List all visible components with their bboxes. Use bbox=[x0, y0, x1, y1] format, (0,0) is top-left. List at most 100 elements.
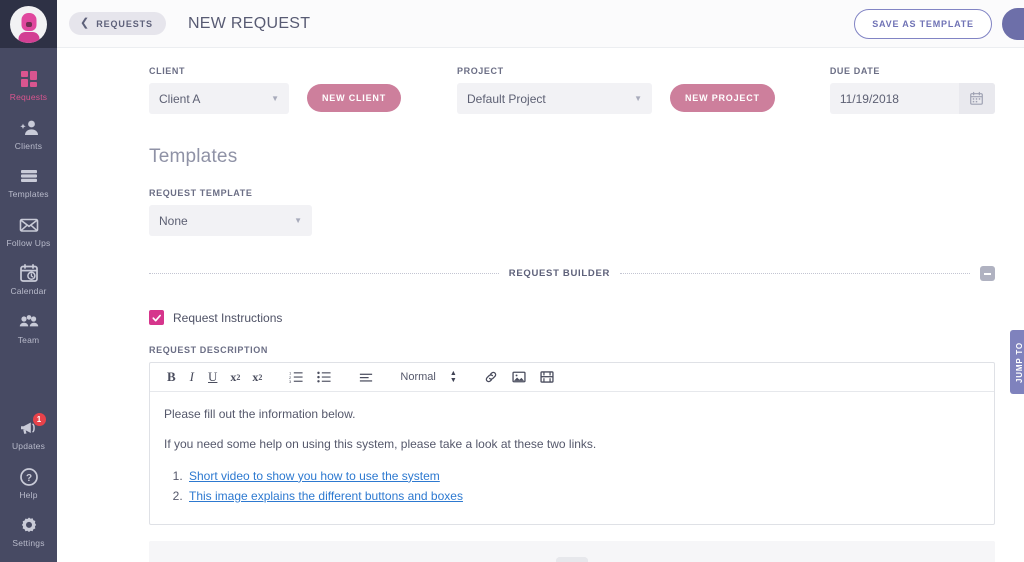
request-template-group: REQUEST TEMPLATE None ▼ bbox=[149, 188, 995, 236]
project-label: PROJECT bbox=[457, 66, 652, 76]
project-select-value: Default Project bbox=[467, 92, 634, 106]
italic-button[interactable]: I bbox=[183, 363, 201, 391]
sidebar-item-label: Team bbox=[18, 336, 40, 345]
sidebar-spacer bbox=[0, 351, 57, 409]
sidebar-item-label: Updates bbox=[12, 442, 45, 451]
new-client-button[interactable]: NEW CLIENT bbox=[307, 84, 401, 112]
form-area: CLIENT Client A ▼ NEW CLIENT PROJECT bbox=[57, 48, 1024, 562]
client-select[interactable]: Client A ▼ bbox=[149, 83, 289, 114]
sidebar-item-label: Follow Ups bbox=[6, 239, 50, 248]
sidebar-item-requests[interactable]: Requests bbox=[0, 60, 57, 109]
request-builder-divider: REQUEST BUILDER bbox=[149, 266, 995, 281]
svg-text:?: ? bbox=[25, 473, 31, 484]
request-description-editor: B I U x2 x2 123 bbox=[149, 362, 995, 525]
new-project-button[interactable]: NEW PROJECT bbox=[670, 84, 775, 112]
sidebar-item-clients[interactable]: Clients bbox=[0, 109, 57, 158]
superscript-button[interactable]: x2 bbox=[246, 363, 268, 391]
editor-paragraph-2: If you need some help on using this syst… bbox=[164, 436, 980, 453]
due-date-label: DUE DATE bbox=[830, 66, 995, 76]
sidebar-item-calendar[interactable]: Calendar bbox=[0, 254, 57, 303]
avatar[interactable] bbox=[0, 0, 57, 48]
due-date-field[interactable]: 11/19/2018 bbox=[830, 83, 995, 114]
templates-section: Templates REQUEST TEMPLATE None ▼ bbox=[149, 146, 995, 236]
editor-link[interactable]: Short video to show you how to use the s… bbox=[189, 469, 440, 483]
sidebar-nav: Requests Clients Templates Follow Ups bbox=[0, 48, 57, 555]
sidebar-item-label: Help bbox=[19, 491, 37, 500]
sidebar-item-templates[interactable]: Templates bbox=[0, 157, 57, 206]
updates-badge: 1 bbox=[33, 413, 46, 426]
svg-text:3: 3 bbox=[289, 379, 292, 384]
due-date-field-group: DUE DATE 11/19/2018 bbox=[830, 66, 995, 114]
sidebar-item-settings[interactable]: Settings bbox=[0, 506, 57, 555]
sidebar-item-label: Calendar bbox=[10, 287, 46, 296]
publish-button[interactable]: PUBLISH bbox=[1002, 8, 1024, 40]
calendar-icon[interactable] bbox=[959, 83, 995, 114]
align-button[interactable] bbox=[352, 363, 380, 391]
editor-paragraph-1: Please fill out the information below. bbox=[164, 406, 980, 423]
sidebar-item-label: Clients bbox=[15, 142, 42, 151]
chevron-down-icon: ▼ bbox=[294, 216, 302, 225]
divider-line-right bbox=[620, 273, 970, 274]
new-client-wrap: NEW CLIENT bbox=[307, 84, 401, 114]
subscript-button[interactable]: x2 bbox=[224, 363, 246, 391]
templates-heading: Templates bbox=[149, 146, 995, 168]
question-circle-icon: ? bbox=[19, 467, 39, 487]
chevron-left-icon: ❮ bbox=[80, 18, 89, 29]
jump-to-tab[interactable]: JUMP TO bbox=[1010, 330, 1024, 394]
megaphone-icon: 1 bbox=[19, 418, 39, 438]
back-to-requests-button[interactable]: ❮ REQUESTS bbox=[69, 12, 166, 35]
jump-to-label: JUMP TO bbox=[1015, 342, 1024, 383]
image-placeholder-icon bbox=[556, 557, 588, 562]
request-template-select[interactable]: None ▼ bbox=[149, 205, 312, 236]
format-dropdown-value: Normal bbox=[400, 371, 435, 383]
people-icon bbox=[19, 312, 39, 332]
content-row: CLIENT Client A ▼ NEW CLIENT PROJECT bbox=[57, 48, 1024, 562]
person-add-icon bbox=[19, 118, 39, 138]
list-item: This image explains the different button… bbox=[186, 487, 980, 507]
bold-button[interactable]: B bbox=[160, 363, 183, 391]
sidebar-item-follow-ups[interactable]: Follow Ups bbox=[0, 206, 57, 255]
bullet-list-button[interactable] bbox=[310, 363, 338, 391]
updown-icon: ▲▼ bbox=[450, 371, 457, 383]
save-as-template-button[interactable]: SAVE AS TEMPLATE bbox=[854, 9, 992, 39]
ordered-list-button[interactable]: 123 bbox=[282, 363, 310, 391]
project-select[interactable]: Default Project ▼ bbox=[457, 83, 652, 114]
minus-icon bbox=[984, 273, 991, 275]
due-date-value: 11/19/2018 bbox=[830, 92, 959, 106]
project-field-group: PROJECT Default Project ▼ bbox=[457, 66, 652, 114]
sidebar-item-label: Requests bbox=[10, 93, 48, 102]
grid-icon bbox=[19, 69, 39, 89]
editor-content[interactable]: Please fill out the information below. I… bbox=[150, 392, 994, 524]
video-icon[interactable] bbox=[533, 363, 561, 391]
subscript-index: 2 bbox=[236, 373, 240, 382]
underline-button[interactable]: U bbox=[201, 363, 224, 391]
request-builder-label: REQUEST BUILDER bbox=[509, 268, 610, 279]
main-content: ❮ REQUESTS NEW REQUEST SAVE AS TEMPLATE … bbox=[57, 0, 1024, 562]
client-label: CLIENT bbox=[149, 66, 289, 76]
avatar-mouth bbox=[26, 22, 32, 27]
editor-link-list: Short video to show you how to use the s… bbox=[186, 467, 980, 507]
link-icon[interactable] bbox=[477, 363, 505, 391]
request-instructions-label: Request Instructions bbox=[173, 311, 282, 325]
envelope-icon bbox=[19, 215, 39, 235]
sidebar-item-updates[interactable]: 1 Updates bbox=[0, 409, 57, 458]
avatar-body bbox=[18, 32, 39, 43]
top-bar: ❮ REQUESTS NEW REQUEST SAVE AS TEMPLATE … bbox=[57, 0, 1024, 48]
image-dropzone[interactable]: Drag image here or UPLOAD bbox=[149, 541, 995, 562]
editor-toolbar: B I U x2 x2 123 bbox=[150, 363, 994, 392]
sidebar-item-team[interactable]: Team bbox=[0, 303, 57, 352]
gear-icon bbox=[19, 515, 39, 535]
image-icon[interactable] bbox=[505, 363, 533, 391]
calendar-clock-icon bbox=[19, 263, 39, 283]
sidebar-item-help[interactable]: ? Help bbox=[0, 458, 57, 507]
request-instructions-checkbox[interactable] bbox=[149, 310, 164, 325]
avatar-image bbox=[10, 6, 47, 43]
request-instructions-row[interactable]: Request Instructions bbox=[149, 310, 995, 325]
chevron-down-icon: ▼ bbox=[634, 94, 642, 103]
chevron-down-icon: ▼ bbox=[271, 94, 279, 103]
editor-link[interactable]: This image explains the different button… bbox=[189, 489, 463, 503]
format-dropdown[interactable]: Normal ▲▼ bbox=[394, 363, 462, 391]
app-root: Requests Clients Templates Follow Ups bbox=[0, 0, 1024, 562]
sidebar: Requests Clients Templates Follow Ups bbox=[0, 0, 57, 562]
collapse-section-button[interactable] bbox=[980, 266, 995, 281]
